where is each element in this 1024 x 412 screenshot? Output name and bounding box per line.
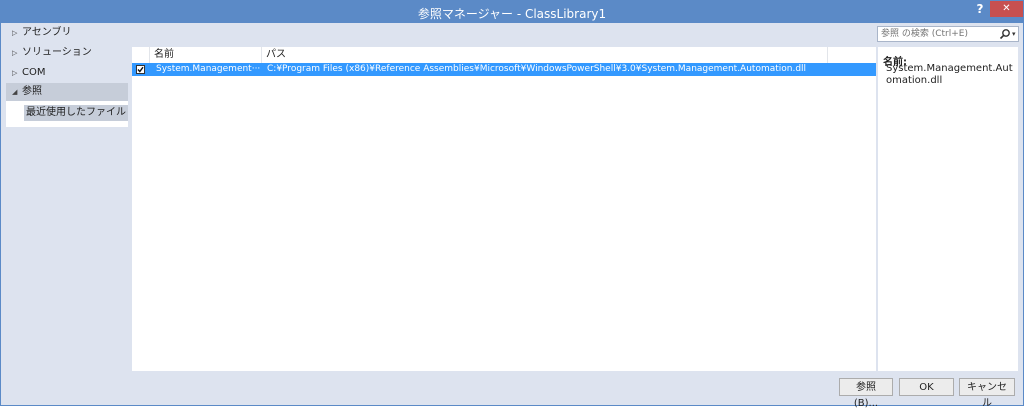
column-header-check <box>132 47 150 63</box>
table-row[interactable]: System.Management··· C:¥Program Files (x… <box>132 63 876 76</box>
details-pane: 名前: System.Management.Automation.dll <box>878 47 1018 371</box>
reference-list: 名前 パス System.Management··· C:¥Program Fi… <box>132 47 876 371</box>
reference-manager-window: 参照マネージャー - ClassLibrary1 ? ✕ ▷ アセンブリ ▷ ソ… <box>0 0 1024 409</box>
browse-button[interactable]: 参照(B)... <box>839 378 893 409</box>
collapse-arrow-icon: ◢ <box>12 88 18 96</box>
column-header-name[interactable]: 名前 <box>150 47 262 63</box>
help-button[interactable]: ? <box>972 2 988 18</box>
sidebar-item-label: 参照 <box>22 86 42 97</box>
sidebar-item-browse[interactable]: ◢ 参照 <box>6 83 128 101</box>
checkmark-icon <box>137 66 144 73</box>
search-input[interactable] <box>878 27 1004 41</box>
sidebar-item-recent-files[interactable]: 最近使用したファイル <box>24 105 128 121</box>
cancel-button[interactable]: キャンセル <box>959 378 1015 409</box>
sidebar-item-label: ソリューション <box>22 47 92 58</box>
expand-arrow-icon: ▷ <box>12 29 18 37</box>
search-box[interactable]: ▾ <box>877 26 1019 42</box>
dialog-footer: 参照(B)... OK キャンセル <box>6 373 1020 409</box>
close-button[interactable]: ✕ <box>990 1 1023 17</box>
include-checkbox[interactable] <box>136 65 145 74</box>
expand-arrow-icon: ▷ <box>12 49 18 57</box>
window-title: 参照マネージャー - ClassLibrary1 <box>417 7 607 21</box>
title-bar: 参照マネージャー - ClassLibrary1 ? ✕ <box>1 1 1023 23</box>
sidebar-subpanel: 最近使用したファイル <box>6 101 128 127</box>
expand-arrow-icon: ▷ <box>12 69 18 77</box>
sidebar-item-label: アセンブリ <box>22 27 72 38</box>
ok-button[interactable]: OK <box>899 378 954 396</box>
details-name-value: System.Management.Automation.dll <box>886 63 1013 86</box>
chevron-down-icon[interactable]: ▾ <box>1012 27 1019 41</box>
sidebar-item-solution[interactable]: ▷ ソリューション <box>6 44 128 62</box>
column-header-path[interactable]: パス <box>262 47 828 63</box>
search-icon[interactable] <box>999 28 1011 40</box>
sidebar-item-assemblies[interactable]: ▷ アセンブリ <box>6 24 128 42</box>
sidebar-item-com[interactable]: ▷ COM <box>6 64 128 82</box>
grid-header: 名前 パス <box>132 47 876 64</box>
row-path-cell: C:¥Program Files (x86)¥Reference Assembl… <box>267 64 807 74</box>
sidebar-item-label: COM <box>22 67 46 78</box>
sidebar: ▷ アセンブリ ▷ ソリューション ▷ COM ◢ 参照 <box>6 23 128 371</box>
row-name-cell: System.Management··· <box>156 64 260 74</box>
